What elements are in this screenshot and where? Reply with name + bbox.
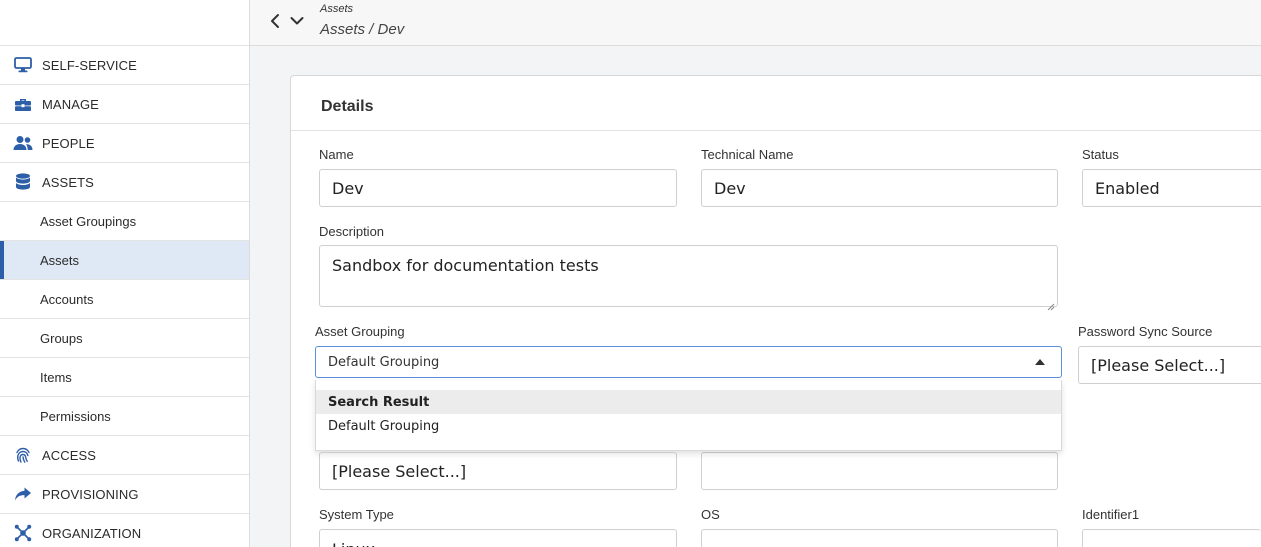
people-icon bbox=[13, 133, 33, 153]
technical-name-input[interactable]: Dev bbox=[701, 169, 1058, 207]
asset-grouping-dropdown: Search Result Default Grouping bbox=[315, 380, 1062, 451]
status-select[interactable]: Enabled bbox=[1082, 169, 1261, 207]
breadcrumb-section: Assets bbox=[320, 3, 354, 15]
asset-grouping-select[interactable]: Default Grouping bbox=[315, 346, 1062, 378]
breadcrumb[interactable]: Assets / Dev bbox=[320, 21, 404, 38]
sidebar-item-manage[interactable]: MANAGE bbox=[0, 85, 249, 124]
password-sync-select[interactable]: [Please Select...] bbox=[1078, 346, 1261, 384]
history-nav bbox=[268, 12, 304, 30]
sidebar-item-assets-active[interactable]: Assets bbox=[0, 241, 249, 280]
top-header: Assets Assets / Dev bbox=[250, 0, 1261, 46]
sidebar-item-label: ORGANIZATION bbox=[42, 525, 142, 541]
network-icon bbox=[13, 523, 33, 543]
technical-name-label: Technical Name bbox=[701, 147, 794, 162]
fingerprint-icon bbox=[13, 445, 33, 465]
sidebar-header bbox=[0, 0, 249, 46]
sidebar-item-provisioning[interactable]: PROVISIONING bbox=[0, 475, 249, 514]
dropdown-option[interactable]: Default Grouping bbox=[316, 414, 1061, 438]
description-text: Sandbox for documentation tests bbox=[332, 256, 599, 275]
os-input[interactable] bbox=[701, 529, 1058, 547]
identifier1-input[interactable] bbox=[1082, 529, 1261, 547]
sidebar-item-label: PEOPLE bbox=[42, 135, 95, 151]
caret-up-icon bbox=[1035, 359, 1045, 365]
status-label: Status bbox=[1082, 147, 1119, 162]
asset-grouping-value: Default Grouping bbox=[328, 354, 440, 370]
sidebar-item-assets[interactable]: ASSETS bbox=[0, 163, 249, 202]
card-title: Details bbox=[321, 98, 374, 115]
sidebar-item-permissions[interactable]: Permissions bbox=[0, 397, 249, 436]
sidebar-item-self-service[interactable]: SELF-SERVICE bbox=[0, 46, 249, 85]
sidebar-item-label: SELF-SERVICE bbox=[42, 57, 137, 73]
asset-grouping-label: Asset Grouping bbox=[315, 324, 405, 339]
row5-left-select[interactable]: [Please Select...] bbox=[319, 452, 677, 490]
monitor-icon bbox=[13, 55, 33, 75]
chevron-down-icon[interactable] bbox=[290, 12, 304, 30]
os-label: OS bbox=[701, 507, 720, 522]
dropdown-group-header: Search Result bbox=[316, 390, 1061, 414]
row5-middle-input[interactable] bbox=[701, 452, 1058, 490]
sidebar-item-access[interactable]: ACCESS bbox=[0, 436, 249, 475]
name-input[interactable]: Dev bbox=[319, 169, 677, 207]
sidebar-item-label: ACCESS bbox=[42, 447, 97, 463]
share-arrow-icon bbox=[13, 484, 33, 504]
sidebar-item-items[interactable]: Items bbox=[0, 358, 249, 397]
resize-handle-icon[interactable] bbox=[1047, 296, 1055, 311]
password-sync-label: Password Sync Source bbox=[1078, 324, 1213, 339]
description-label: Description bbox=[319, 224, 385, 239]
toolbox-icon bbox=[13, 94, 33, 114]
sidebar-item-accounts[interactable]: Accounts bbox=[0, 280, 249, 319]
sidebar-item-label: ASSETS bbox=[42, 174, 94, 190]
identifier1-label: Identifier1 bbox=[1082, 507, 1140, 522]
chevron-left-icon[interactable] bbox=[268, 12, 282, 30]
system-type-label: System Type bbox=[319, 507, 394, 522]
sidebar-item-asset-groupings[interactable]: Asset Groupings bbox=[0, 202, 249, 241]
database-icon bbox=[13, 172, 33, 192]
sidebar-item-label: PROVISIONING bbox=[42, 486, 139, 502]
sidebar-item-people[interactable]: PEOPLE bbox=[0, 124, 249, 163]
card-divider bbox=[291, 130, 1261, 131]
sidebar: SELF-SERVICE MANAGE PEOPLE ASSETS Asset … bbox=[0, 0, 250, 547]
sidebar-item-label: MANAGE bbox=[42, 96, 99, 112]
sidebar-item-organization[interactable]: ORGANIZATION bbox=[0, 514, 249, 547]
sidebar-item-groups[interactable]: Groups bbox=[0, 319, 249, 358]
name-label: Name bbox=[319, 147, 354, 162]
description-textarea[interactable]: Sandbox for documentation tests bbox=[319, 245, 1058, 311]
system-type-select[interactable]: Linux bbox=[319, 529, 677, 547]
